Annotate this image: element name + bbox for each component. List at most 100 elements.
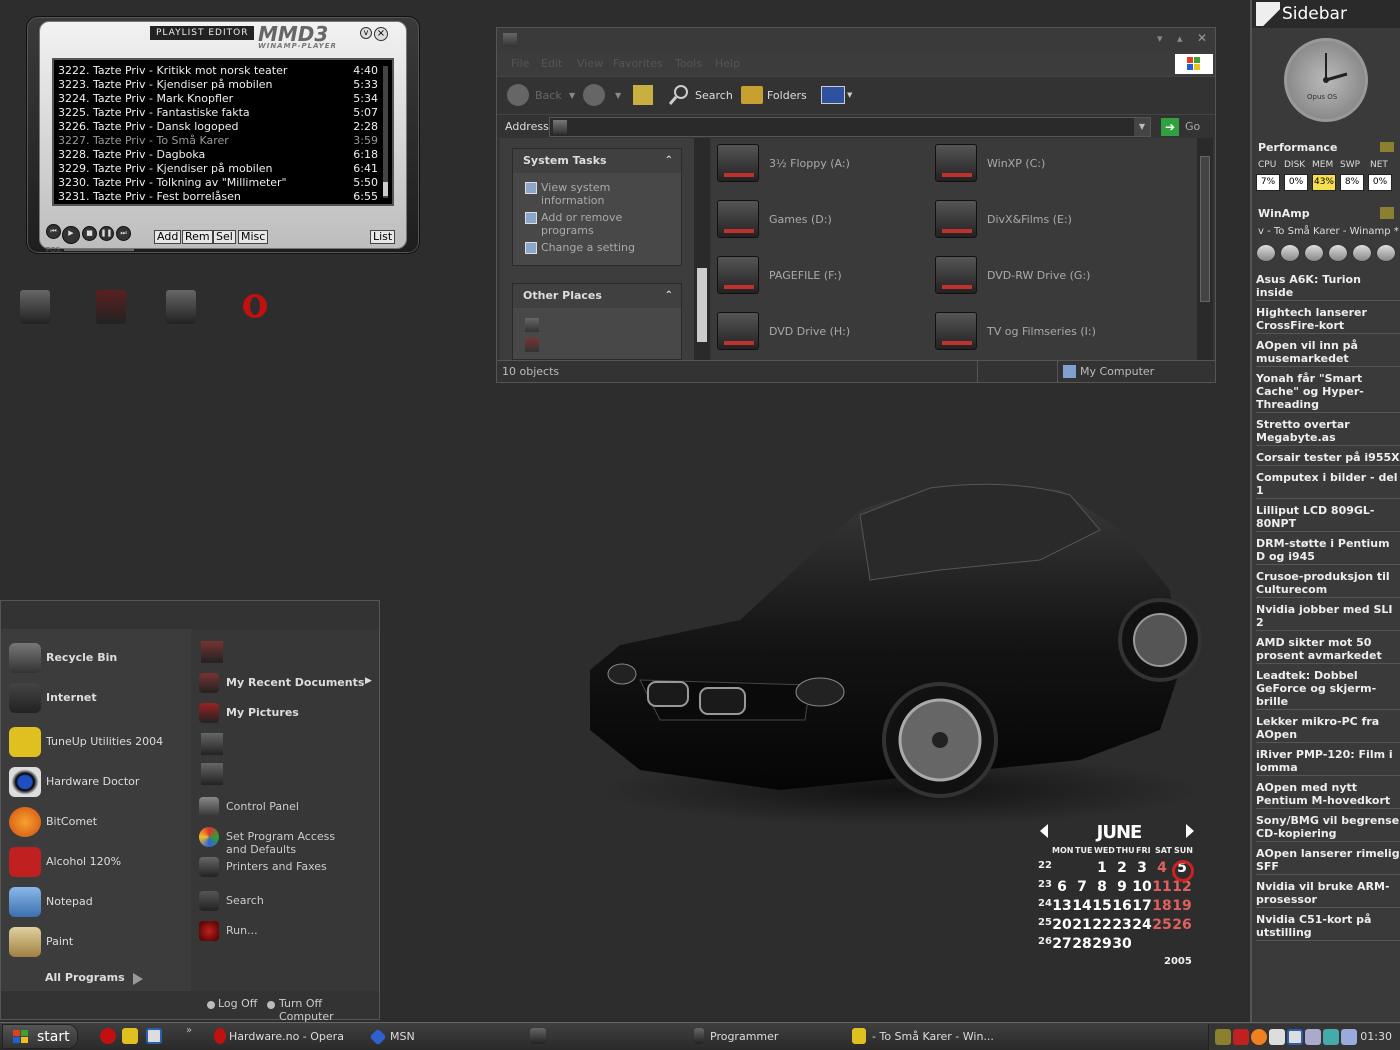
chevron-up-icon[interactable]: ⌃ (665, 284, 673, 308)
taskbar-item-winamp[interactable]: - To Små Karer - Win... (872, 1025, 994, 1049)
chevron-down-icon[interactable]: v (360, 27, 372, 39)
paint-item[interactable]: Paint (9, 927, 189, 957)
drive-icon[interactable] (530, 1028, 546, 1044)
pause-icon[interactable] (1256, 244, 1276, 262)
news-headline[interactable]: Lekker mikro-PC fra AOpen (1256, 715, 1400, 743)
next-month-icon[interactable] (1186, 824, 1194, 838)
playlist-item[interactable]: 3224. Tazte Priv - Mark Knopfler 5:34 (58, 92, 378, 106)
calendar-day[interactable]: 1 (1092, 860, 1112, 876)
set-program-access-item[interactable]: Set Program Access and Defaults (199, 825, 375, 856)
alcohol-120-item[interactable]: Alcohol 120% (9, 847, 189, 877)
drive-item[interactable]: DivX&Films (E:) (935, 198, 1155, 242)
hardware-doctor-item[interactable]: Hardware Doctor (9, 767, 189, 797)
news-headline[interactable]: Asus A6K: Turion inside (1256, 273, 1400, 301)
calendar-day[interactable]: 3 (1132, 860, 1152, 876)
add-button[interactable]: Add (154, 230, 182, 244)
close-icon[interactable]: × (374, 27, 388, 41)
calendar-day[interactable]: 22 (1092, 917, 1112, 933)
list-button[interactable]: List (370, 230, 396, 244)
tuneup-utilities-item[interactable]: TuneUp Utilities 2004 (9, 727, 189, 757)
calendar-day[interactable]: 18 (1152, 898, 1172, 914)
news-headline[interactable]: Nvidia C51-kort på utstilling (1256, 913, 1400, 941)
remove-button[interactable]: Rem (182, 230, 213, 244)
start-button[interactable]: start (2, 1024, 78, 1049)
news-headline[interactable]: Corsair tester på i955X (1256, 451, 1400, 466)
volume-icon[interactable] (1352, 244, 1372, 262)
desktop-drive-icon[interactable] (96, 290, 126, 324)
volume-icon[interactable] (1341, 1029, 1357, 1045)
tray-printer-icon[interactable] (1269, 1029, 1285, 1045)
task-view-system-information[interactable]: View system information (525, 181, 665, 207)
taskbar-item-opera[interactable]: Hardware.no - Opera (229, 1025, 344, 1049)
playlist-item[interactable]: 3226. Tazte Priv - Dansk logoped 2:28 (58, 120, 378, 134)
go-button[interactable]: Go (1185, 120, 1200, 133)
news-headline[interactable]: Lilliput LCD 809GL-80NPT (1256, 504, 1400, 532)
forward-arrow-icon[interactable] (583, 84, 605, 106)
menu-file[interactable]: File (511, 57, 529, 70)
menu-view[interactable]: View (577, 57, 603, 70)
window-icon[interactable] (146, 1028, 162, 1044)
task-pane-scrollbar[interactable] (694, 138, 710, 360)
menu-favorites[interactable]: Favorites (613, 57, 663, 70)
chevron-right-icon[interactable]: » (186, 1025, 192, 1036)
playlist-scrollbar[interactable] (383, 66, 388, 198)
desktop-drive-icon[interactable] (166, 290, 196, 324)
tray-bitcomet-icon[interactable] (1251, 1029, 1267, 1045)
news-headline[interactable]: Nvidia jobber med SLI 2 (1256, 603, 1400, 631)
scrollbar-thumb[interactable] (1200, 156, 1210, 302)
menu-help[interactable]: Help (715, 57, 740, 70)
calendar-day[interactable]: 21 (1072, 917, 1092, 933)
calendar-day[interactable]: 4 (1152, 860, 1172, 876)
place-icon[interactable] (525, 338, 539, 352)
calendar-day[interactable]: 26 (1172, 917, 1192, 933)
view-grid-icon[interactable] (821, 86, 845, 104)
log-off-button[interactable]: Log Off (218, 997, 257, 1010)
calendar-day[interactable]: 15 (1092, 898, 1112, 914)
bitcomet-item[interactable]: BitComet (9, 807, 189, 837)
news-headline[interactable]: Stretto overtar Megabyte.as (1256, 418, 1400, 446)
tray-network-icon[interactable] (1305, 1029, 1321, 1045)
news-headline[interactable]: iRiver PMP-120: Film i lomma (1256, 748, 1400, 776)
calendar-day[interactable]: 7 (1072, 879, 1092, 895)
window-titlebar[interactable]: ▾ ▴ ✕ (497, 28, 1215, 52)
maximize-icon[interactable]: ▴ (1177, 32, 1183, 45)
position-slider[interactable] (64, 249, 134, 251)
calendar-day[interactable]: 24 (1132, 917, 1152, 933)
chevron-down-icon[interactable]: ▼ (615, 91, 621, 100)
calendar-day[interactable]: 17 (1132, 898, 1152, 914)
recycle-bin-item[interactable]: Recycle Bin (9, 643, 189, 673)
calendar-day[interactable]: 25 (1152, 917, 1172, 933)
chevron-down-icon[interactable]: ▼ (569, 91, 575, 100)
tray-alcohol-icon[interactable] (1233, 1029, 1249, 1045)
previous-icon[interactable] (1304, 244, 1324, 262)
my-pictures-item[interactable]: My Pictures (199, 701, 375, 725)
news-headline[interactable]: Computex i bilder - del 1 (1256, 471, 1400, 499)
taskbar-item-programmer[interactable]: Programmer (710, 1025, 778, 1049)
playlist-item[interactable]: 3231. Tazte Priv - Fest borrelåsen 6:55 (58, 190, 378, 204)
up-folder-icon[interactable] (633, 85, 653, 105)
tray-window-icon[interactable] (1287, 1029, 1303, 1045)
drive-item[interactable]: 3½ Floppy (A:) (717, 142, 937, 186)
all-programs-button[interactable]: All Programs (45, 971, 125, 984)
playlist-item[interactable]: 3225. Tazte Priv - Fantastiske fakta 5:07 (58, 106, 378, 120)
previous-icon[interactable]: ⏮ (46, 224, 61, 239)
news-headline[interactable]: Nvidia vil bruke ARM-prosessor (1256, 880, 1400, 908)
pause-icon[interactable]: ❚❚ (99, 226, 114, 241)
chevron-up-icon[interactable]: ⌃ (665, 149, 673, 173)
place-icon[interactable] (525, 318, 539, 332)
calendar-day[interactable]: 29 (1092, 936, 1112, 952)
news-headline[interactable]: Leadtek: Dobbel GeForce og skjerm-brille (1256, 669, 1400, 710)
stop-icon[interactable] (1280, 244, 1300, 262)
go-arrow-icon[interactable]: ➔ (1161, 118, 1179, 136)
folder-icon[interactable] (201, 641, 223, 663)
calendar-day[interactable]: 10 (1132, 879, 1152, 895)
misc-button[interactable]: Misc (238, 230, 269, 244)
news-headline[interactable]: AOpen med nytt Pentium M-hovedkort (1256, 781, 1400, 809)
internet-item[interactable]: Internet (9, 683, 189, 713)
next-icon[interactable] (1328, 244, 1348, 262)
prev-month-icon[interactable] (1040, 824, 1048, 838)
calendar-day[interactable]: 16 (1112, 898, 1132, 914)
back-arrow-icon[interactable] (507, 84, 529, 106)
control-panel-item[interactable]: Control Panel (199, 795, 375, 819)
notepad-item[interactable]: Notepad (9, 887, 189, 917)
